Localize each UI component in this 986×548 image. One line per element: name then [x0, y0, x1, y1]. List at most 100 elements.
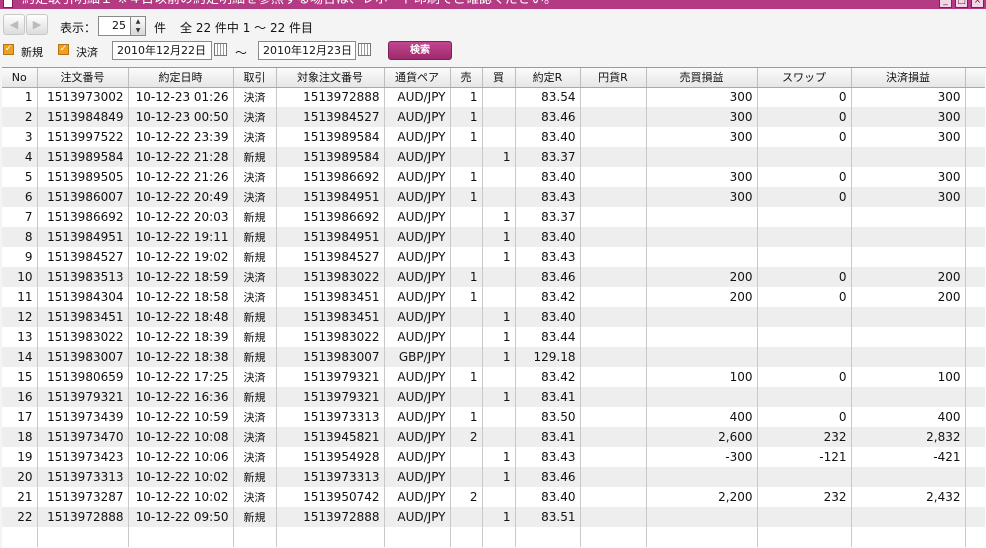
- calendar-icon[interactable]: [358, 43, 371, 56]
- table-row[interactable]: 2 1513984849 10-12-23 00:50 決済 1513984527 AUD…: [2, 107, 985, 127]
- table-row[interactable]: 16 1513979321 10-12-22 16:36 新規 1513979321 AU…: [2, 387, 985, 407]
- cell-executed-at: 10-12-22 10:02: [128, 487, 234, 507]
- cell-rate: 83.51: [515, 507, 581, 527]
- new-checkbox[interactable]: ✓: [3, 44, 14, 55]
- cell-order-number: 1513986692: [37, 207, 129, 227]
- cell-rate: 83.50: [515, 407, 581, 427]
- settle-checkbox[interactable]: ✓: [58, 44, 69, 55]
- cell-yen-rate: [580, 447, 647, 467]
- cell-yen-rate: [580, 127, 647, 147]
- cell-buy: [482, 267, 516, 287]
- table-row[interactable]: 18 1513973470 10-12-22 10:08 決済 1513945821 AU…: [2, 427, 985, 447]
- table-row[interactable]: 14 1513983007 10-12-22 18:38 新規 1513983007 GB…: [2, 347, 985, 367]
- column-header[interactable]: 円貨R: [580, 68, 647, 88]
- close-icon[interactable]: ×: [971, 0, 984, 8]
- cell-yen-rate: [580, 287, 647, 307]
- table-row[interactable]: 12 1513983451 10-12-22 18:48 新規 1513983451 AU…: [2, 307, 985, 327]
- table-row[interactable]: 19 1513973423 10-12-22 10:06 決済 1513954928 AU…: [2, 447, 985, 467]
- cell-target-order: 1513983022: [276, 267, 385, 287]
- cell-sell: 1: [450, 127, 483, 147]
- column-header[interactable]: 約定R: [515, 68, 581, 88]
- table-row[interactable]: 4 1513989584 10-12-22 21:28 新規 1513989584 AUD…: [2, 147, 985, 167]
- cell-sell: [450, 207, 483, 227]
- cell-no: 6: [2, 187, 38, 207]
- cell-trade-pnl: [646, 527, 758, 547]
- cell-currency-pair: AUD/JPY: [384, 167, 451, 187]
- table-row[interactable]: 11 1513984304 10-12-22 18:58 決済 1513983451 AU…: [2, 287, 985, 307]
- cell-executed-at: 10-12-22 18:58: [128, 287, 234, 307]
- cell-buy: [482, 527, 516, 547]
- column-header[interactable]: 売買損益: [646, 68, 758, 88]
- cell-swap: 0: [757, 407, 852, 427]
- table-row[interactable]: 22 1513972888 10-12-22 09:50 新規 1513972888 AU…: [2, 507, 985, 527]
- table-row[interactable]: 21 1513973287 10-12-22 10:02 決済 1513950742 AU…: [2, 487, 985, 507]
- table-row[interactable]: 3 1513997522 10-12-22 23:39 決済 1513989584 AUD…: [2, 127, 985, 147]
- column-header[interactable]: No: [2, 68, 38, 88]
- column-header[interactable]: 取引: [233, 68, 277, 88]
- cell-swap: [757, 327, 852, 347]
- table-row[interactable]: 8 1513984951 10-12-22 19:11 新規 1513984951 AUD…: [2, 227, 985, 247]
- cell-swap: [757, 207, 852, 227]
- cell-order-number: 1513983451: [37, 307, 129, 327]
- cell-order-number: 1513984849: [37, 107, 129, 127]
- cell-target-order: 1513989584: [276, 147, 385, 167]
- cell-target-order: 1513973313: [276, 407, 385, 427]
- chevron-right-icon: ▶: [32, 18, 42, 31]
- cell-executed-at: 10-12-23 01:26: [128, 87, 234, 107]
- cell-swap: [757, 387, 852, 407]
- window-title: 約定取引明細Ｉ ※４日以前の約定明細を参照する場合は、レポート印刷でご確認くださ…: [22, 0, 557, 8]
- column-header[interactable]: 決済損益: [851, 68, 966, 88]
- search-button[interactable]: 検索: [388, 41, 452, 60]
- table-row[interactable]: 13 1513983022 10-12-22 18:39 新規 1513983022 AU…: [2, 327, 985, 347]
- cell-sell: 1: [450, 267, 483, 287]
- cell-swap: [757, 227, 852, 247]
- maximize-icon[interactable]: □: [955, 0, 968, 8]
- cell-sell: 2: [450, 487, 483, 507]
- filler-cell: [965, 507, 985, 527]
- table-row[interactable]: 5 1513989505 10-12-22 21:26 決済 1513986692 AUD…: [2, 167, 985, 187]
- calendar-icon[interactable]: [214, 43, 227, 56]
- table-row[interactable]: 7 1513986692 10-12-22 20:03 新規 1513986692 AUD…: [2, 207, 985, 227]
- table-row[interactable]: 9 1513984527 10-12-22 19:02 新規 1513984527 AUD…: [2, 247, 985, 267]
- cell-trade-type: [233, 527, 277, 547]
- column-header[interactable]: 対象注文番号: [276, 68, 385, 88]
- column-header[interactable]: 売: [450, 68, 483, 88]
- arrow-down-icon[interactable]: ▼: [131, 26, 145, 35]
- cell-target-order: 1513950742: [276, 487, 385, 507]
- cell-currency-pair: AUD/JPY: [384, 187, 451, 207]
- cell-target-order: 1513972888: [276, 507, 385, 527]
- cell-yen-rate: [580, 347, 647, 367]
- cell-sell: [450, 527, 483, 547]
- minimize-icon[interactable]: _: [939, 0, 952, 8]
- cell-target-order: 1513984527: [276, 247, 385, 267]
- cell-trade-pnl: [646, 327, 758, 347]
- table-row[interactable]: 17 1513973439 10-12-22 10:59 決済 1513973313 AU…: [2, 407, 985, 427]
- next-page-button[interactable]: ▶: [26, 14, 48, 35]
- cell-currency-pair: AUD/JPY: [384, 427, 451, 447]
- arrow-up-icon[interactable]: ▲: [131, 17, 145, 26]
- table-row[interactable]: 1 1513973002 10-12-23 01:26 決済 1513972888 AUD…: [2, 87, 985, 107]
- cell-buy: [482, 127, 516, 147]
- cell-no: 19: [2, 447, 38, 467]
- page-size-stepper[interactable]: 25 ▲ ▼: [98, 16, 146, 36]
- column-header[interactable]: 約定日時: [128, 68, 234, 88]
- cell-swap: 0: [757, 87, 852, 107]
- cell-executed-at: 10-12-22 10:08: [128, 427, 234, 447]
- prev-page-button[interactable]: ◀: [3, 14, 25, 35]
- cell-trade-pnl: 300: [646, 107, 758, 127]
- table-row[interactable]: 6 1513986007 10-12-22 20:49 決済 1513984951 AUD…: [2, 187, 985, 207]
- column-header[interactable]: 注文番号: [37, 68, 129, 88]
- table-row[interactable]: 15 1513980659 10-12-22 17:25 決済 1513979321 AU…: [2, 367, 985, 387]
- date-from-field[interactable]: 2010年12月22日: [112, 41, 212, 60]
- column-header[interactable]: スワップ: [757, 68, 852, 88]
- page-size-value[interactable]: 25: [99, 17, 129, 35]
- column-header[interactable]: 買: [482, 68, 516, 88]
- cell-yen-rate: [580, 387, 647, 407]
- table-row[interactable]: 10 1513983513 10-12-22 18:59 決済 1513983022 AU…: [2, 267, 985, 287]
- column-header[interactable]: 通貨ペア: [384, 68, 451, 88]
- date-to-field[interactable]: 2010年12月23日: [258, 41, 356, 60]
- cell-trade-type: 新規: [233, 207, 277, 227]
- cell-trade-pnl: [646, 147, 758, 167]
- table-row[interactable]: 20 1513973313 10-12-22 10:02 新規 1513973313 AU…: [2, 467, 985, 487]
- cell-target-order: 1513986692: [276, 207, 385, 227]
